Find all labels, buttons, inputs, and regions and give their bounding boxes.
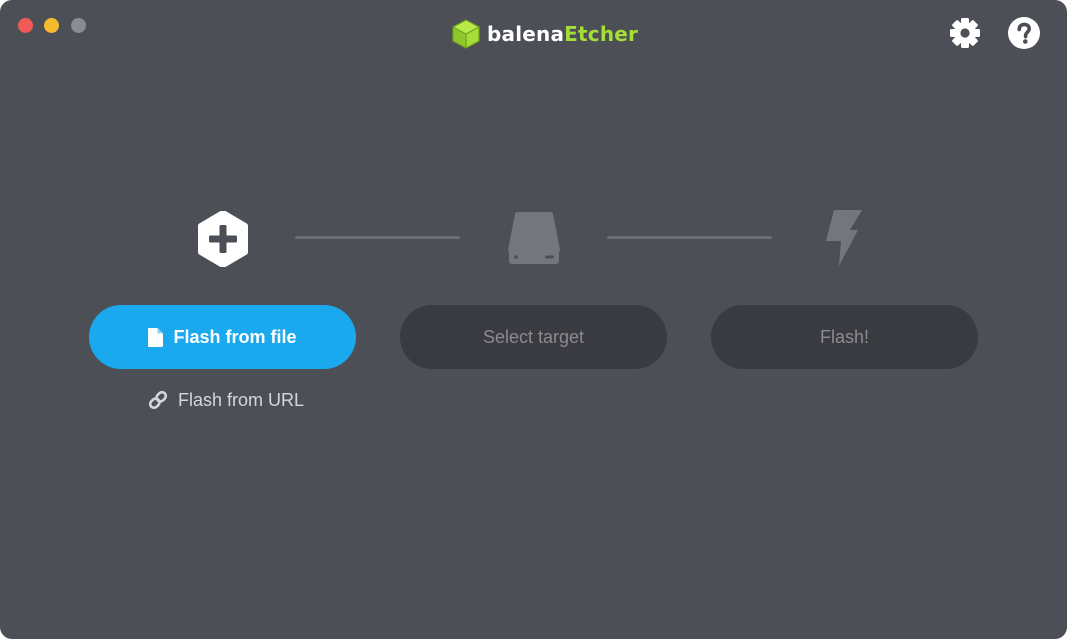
gear-icon — [948, 16, 982, 50]
window-minimize-button[interactable] — [44, 18, 59, 33]
link-icon — [148, 390, 168, 410]
question-mark-icon — [1007, 16, 1041, 50]
help-button[interactable] — [1007, 16, 1041, 50]
window-zoom-button[interactable] — [71, 18, 86, 33]
select-target-step-icon — [507, 210, 561, 266]
flash-from-file-label: Flash from file — [173, 326, 297, 347]
app-title-balena: balena — [487, 22, 565, 46]
cube-logo-icon — [452, 19, 480, 49]
step-connector-1 — [295, 236, 460, 239]
flash-step-icon — [822, 209, 864, 267]
step-connector-2 — [607, 236, 772, 239]
settings-button[interactable] — [948, 16, 982, 50]
flash-from-url-label: Flash from URL — [178, 389, 305, 410]
drive-icon — [507, 210, 561, 266]
lightning-bolt-icon — [822, 209, 864, 267]
flash-button[interactable]: Flash! — [711, 305, 978, 369]
file-icon — [148, 327, 164, 347]
flash-label: Flash! — [819, 326, 870, 347]
select-target-button[interactable]: Select target — [400, 305, 667, 369]
app-window: balenaEtcher Flash from file Select targ… — [0, 0, 1067, 639]
window-close-button[interactable] — [18, 18, 33, 33]
app-logo: balenaEtcher — [452, 19, 638, 49]
select-image-step-icon[interactable] — [197, 211, 249, 267]
flash-from-file-button[interactable]: Flash from file — [89, 305, 356, 369]
select-target-label: Select target — [482, 326, 585, 347]
plus-hexagon-icon — [197, 211, 249, 267]
flash-from-url-link[interactable]: Flash from URL — [148, 388, 304, 412]
app-title: balenaEtcher — [487, 19, 638, 49]
app-title-etcher: Etcher — [564, 22, 639, 46]
